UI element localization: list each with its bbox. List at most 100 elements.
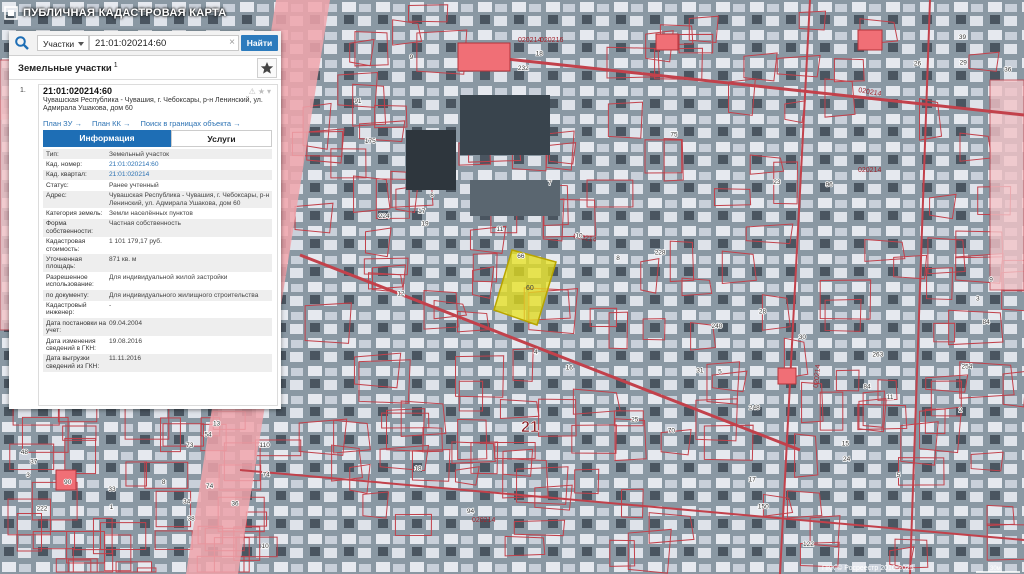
result-cad-number: 21:01:020214:60 [43,86,113,96]
attr-value: 19.08.2016 [109,337,143,345]
attr-label: Кадастровый инженер: [46,302,87,317]
parcel-number: 33 [108,486,116,493]
pkk-logo-icon [4,6,18,20]
parcel-number: 54 [204,432,212,439]
selected-parcel-number: 60 [526,285,534,292]
attr-row: Дата изменения сведений в ГКН: 19.08.2016 [43,336,272,354]
quarter-label: 020214 [472,517,495,524]
parcel-number: 38 [187,516,195,523]
parcel-number: 224 [379,213,390,220]
search-input[interactable] [89,35,239,51]
attr-label: Тип: [46,150,59,158]
district-label: 21 [521,419,539,436]
search-panel: Участки × Найти Земельные участки1 1. 21… [9,31,281,409]
attr-value: Земли населённых пунктов [109,209,193,217]
parcel-number: 150 [758,503,769,510]
parcel-number: 28 [759,308,767,315]
parcel-number: 2 [959,407,963,414]
attr-row: Дата постановки на учет: 09.04.2004 [43,318,272,337]
warning-icon[interactable]: ⚠ [249,87,258,96]
object-type-select[interactable]: Участки [37,35,89,51]
parcel-number: 18 [536,51,544,58]
parcel-number: 3 [976,295,980,302]
parcel-number: 8 [616,255,620,262]
attr-value: 1 101 179,17 руб. [109,238,162,246]
attr-row: Кадастровая стоимость: 1 101 179,17 руб. [43,237,272,255]
parcel-number: 73 [186,442,194,449]
attr-row: Кадастровый инженер: - [43,301,272,319]
parcel-number: 84 [863,384,871,391]
results-header: Земельные участки 1 [9,57,281,80]
building-pink-a [655,33,679,51]
attr-value: Чувашская Республика - Чувашия, г. Чебок… [109,192,270,207]
attr-label: Уточненная площадь: [46,255,82,271]
attr-value-link[interactable]: 21:01:020214 [109,171,272,178]
parcel-number: 7 [548,180,552,187]
building-school [460,95,550,155]
attr-row: Кад. квартал: 21:01:020214 [43,169,272,181]
link-plan-zu[interactable]: План ЗУ → [43,119,82,128]
attr-value: 09.04.2004 [109,319,143,327]
parcel-number: 30 [799,334,807,341]
parcel-number: 94 [467,508,475,515]
result-card[interactable]: 1. 21:01:020214:60 ⚠★▾ Чувашская Республ… [20,84,278,406]
parcel-number: 74 [206,483,214,490]
attr-value: Для индивидуальной жилой застройки [109,273,228,281]
parcel-number: 248 [749,405,760,412]
attr-row: Разрешенное использование: Для индивидуал… [43,272,272,290]
attr-label: Разрешенное использование: [46,273,94,289]
clear-search-button[interactable]: × [227,36,237,50]
chevron-down-icon [78,42,84,46]
favorite-button[interactable] [257,58,277,78]
attr-label: Форма собственности: [46,220,93,235]
parcel-number: 16 [566,365,574,372]
building-court [406,130,456,190]
attr-row: Форма собственности: Частная собственност… [43,218,272,237]
attr-row: Адрес: Чувашская Республика - Чувашия, г.… [43,190,272,209]
parcel-number: 10 [262,543,270,550]
attr-row: Тип: Земельный участок [43,149,272,160]
parcel-number: 48 [21,449,29,456]
parcel-number: 4 [534,349,538,356]
star-outline-icon[interactable]: ★ [258,87,267,96]
app-title[interactable]: ПУБЛИЧНАЯ КАДАСТРОВАЯ КАРТА [4,6,227,20]
parcel-number: 36 [231,501,239,508]
attr-row: Статус: Ранее учтенный [43,180,272,190]
attr-value-link[interactable]: 21:01:020214:60 [109,161,272,168]
parcel-number: 9 [989,276,993,283]
parcel-number: 17 [418,208,426,215]
tab-services[interactable]: Услуги [171,130,272,147]
parcel-number: 263 [872,351,883,358]
parcel-number: 232 [518,65,529,72]
parcel-number: 5 [897,472,901,479]
parcel-number: 175 [365,138,376,145]
parcel-number: 39 [959,34,967,41]
tab-info[interactable]: Информация [43,130,171,147]
attr-row: Дата выгрузки сведений из ГКН: 11.11.2016 [43,353,272,372]
parcel-number: 91 [354,98,362,105]
parcel-number: 23 [773,179,781,186]
parcel-number: 90 [64,479,72,486]
parcel-number: 17 [749,476,757,483]
parcel-number: 3 [26,472,30,479]
link-plan-kk[interactable]: План КК → [92,119,131,128]
parcel-number: 228 [655,249,666,256]
result-address: Чувашская Республика - Чувашия, г. Чебок… [43,97,263,112]
link-search-in-bounds[interactable]: Поиск в границах объекта → [140,119,240,128]
card-action-icons[interactable]: ⚠★▾ [249,87,273,96]
search-icon[interactable] [14,35,30,51]
app-title-text: ПУБЛИЧНАЯ КАДАСТРОВАЯ КАРТА [23,7,227,19]
find-button[interactable]: Найти [241,35,278,51]
search-bar: Участки × Найти [9,31,281,56]
results-title-text: Земельные участки [18,63,112,75]
parcel-number: 254 [961,364,972,371]
parcel-number: 19 [421,221,429,228]
parcel-number: 6 [430,192,434,199]
quarter-label: 020214 [518,37,541,44]
attr-value: Для индивидуального жилищного строительс… [109,291,259,299]
more-icon[interactable]: ▾ [267,87,273,96]
parcel-number: 222 [37,505,48,512]
results-count: 1 [113,62,118,69]
parcel-number: 26 [914,61,922,68]
parcel-number: 24 [843,456,851,463]
